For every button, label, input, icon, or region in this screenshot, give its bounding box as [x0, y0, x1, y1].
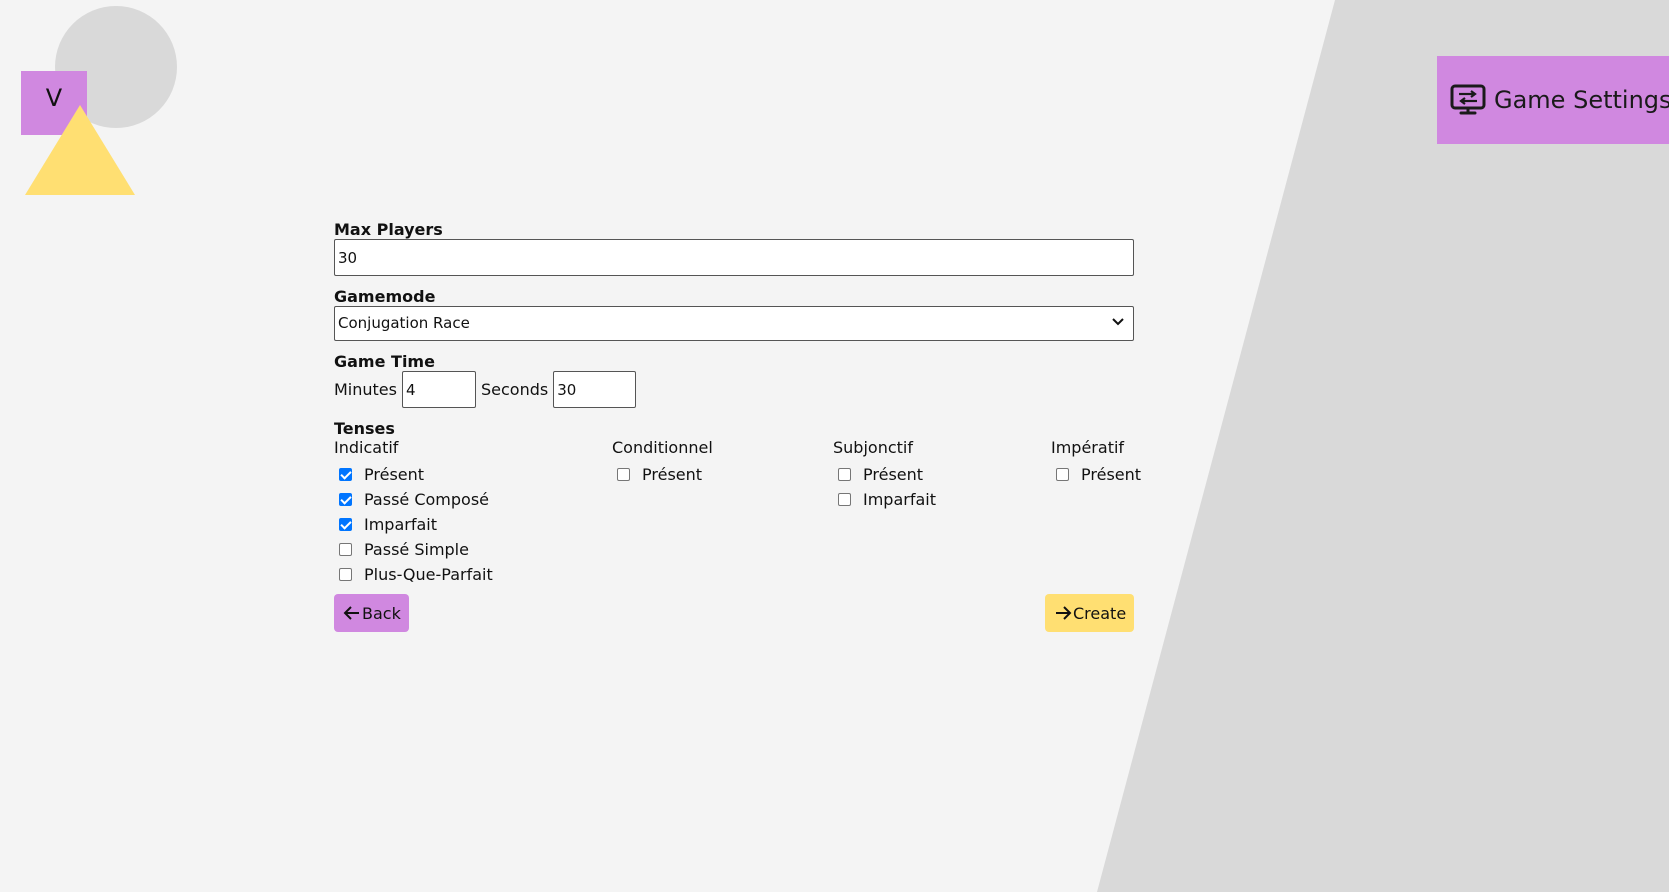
tense-option-label: Présent — [863, 465, 924, 484]
tense-option-label: Plus-Que-Parfait — [364, 565, 493, 584]
game-settings-form: Max Players Gamemode Conjugation Race Ga… — [334, 220, 1141, 632]
tense-group-title: Indicatif — [334, 438, 399, 457]
tense-option-label: Présent — [1081, 465, 1142, 484]
page-title-badge: Game Settings — [1437, 56, 1669, 144]
minutes-input[interactable] — [401, 371, 476, 408]
tense-option[interactable]: Passé Composé — [334, 487, 493, 512]
tense-option-label: Présent — [642, 465, 703, 484]
gamemode-selected-value: Conjugation Race — [338, 314, 470, 332]
seconds-label: Seconds — [480, 380, 549, 399]
back-button[interactable]: Back — [334, 594, 409, 632]
minutes-label: Minutes — [334, 380, 397, 399]
form-actions: Back Create — [334, 594, 1134, 632]
gamemode-label: Gamemode — [334, 287, 436, 306]
tense-group-imperatif: Impératif Présent — [1051, 438, 1141, 487]
tense-option[interactable]: Présent — [612, 462, 713, 487]
tense-option[interactable]: Présent — [334, 462, 493, 487]
tense-option[interactable]: Plus-Que-Parfait — [334, 562, 493, 587]
tense-group-title: Subjonctif — [833, 438, 913, 457]
tense-option-label: Présent — [364, 465, 425, 484]
checkbox[interactable] — [1056, 468, 1069, 481]
tense-option-label: Passé Simple — [364, 540, 469, 559]
tenses-grid: Indicatif Présent Passé Composé Imparfai… — [334, 438, 1141, 588]
tense-group-title: Conditionnel — [612, 438, 713, 457]
max-players-label: Max Players — [334, 220, 443, 239]
checkbox[interactable] — [617, 468, 630, 481]
create-button-label: Create — [1073, 603, 1127, 623]
back-button-label: Back — [362, 603, 401, 623]
checkbox[interactable] — [339, 493, 352, 506]
checkbox[interactable] — [838, 493, 851, 506]
gamemode-select[interactable]: Conjugation Race — [334, 306, 1134, 341]
tense-option[interactable]: Passé Simple — [334, 537, 493, 562]
tense-option[interactable]: Présent — [833, 462, 936, 487]
game-time-label: Game Time — [334, 352, 435, 371]
settings-monitor-icon — [1450, 84, 1486, 115]
tenses-label: Tenses — [334, 419, 395, 438]
checkbox[interactable] — [838, 468, 851, 481]
logo-triangle — [25, 105, 135, 195]
tense-group-subjonctif: Subjonctif Présent Imparfait — [833, 438, 936, 512]
create-button[interactable]: Create — [1045, 594, 1134, 632]
tense-group-indicatif: Indicatif Présent Passé Composé Imparfai… — [334, 438, 493, 587]
tense-option-label: Imparfait — [364, 515, 437, 534]
max-players-input[interactable] — [334, 239, 1134, 276]
checkbox[interactable] — [339, 543, 352, 556]
tense-group-title: Impératif — [1051, 438, 1125, 457]
tense-option-label: Passé Composé — [364, 490, 490, 509]
chevron-down-icon — [1112, 318, 1124, 326]
tense-group-conditionnel: Conditionnel Présent — [612, 438, 713, 487]
arrow-right-icon — [1056, 606, 1072, 620]
seconds-input[interactable] — [553, 371, 637, 408]
tense-option-label: Imparfait — [863, 490, 936, 509]
game-time-row: Minutes Seconds — [334, 371, 1134, 408]
page-title: Game Settings — [1494, 86, 1669, 114]
tense-option[interactable]: Présent — [1051, 462, 1141, 487]
tense-option[interactable]: Imparfait — [833, 487, 936, 512]
tense-option[interactable]: Imparfait — [334, 512, 493, 537]
arrow-left-icon — [343, 606, 359, 620]
checkbox[interactable] — [339, 568, 352, 581]
checkbox[interactable] — [339, 518, 352, 531]
checkbox[interactable] — [339, 468, 352, 481]
